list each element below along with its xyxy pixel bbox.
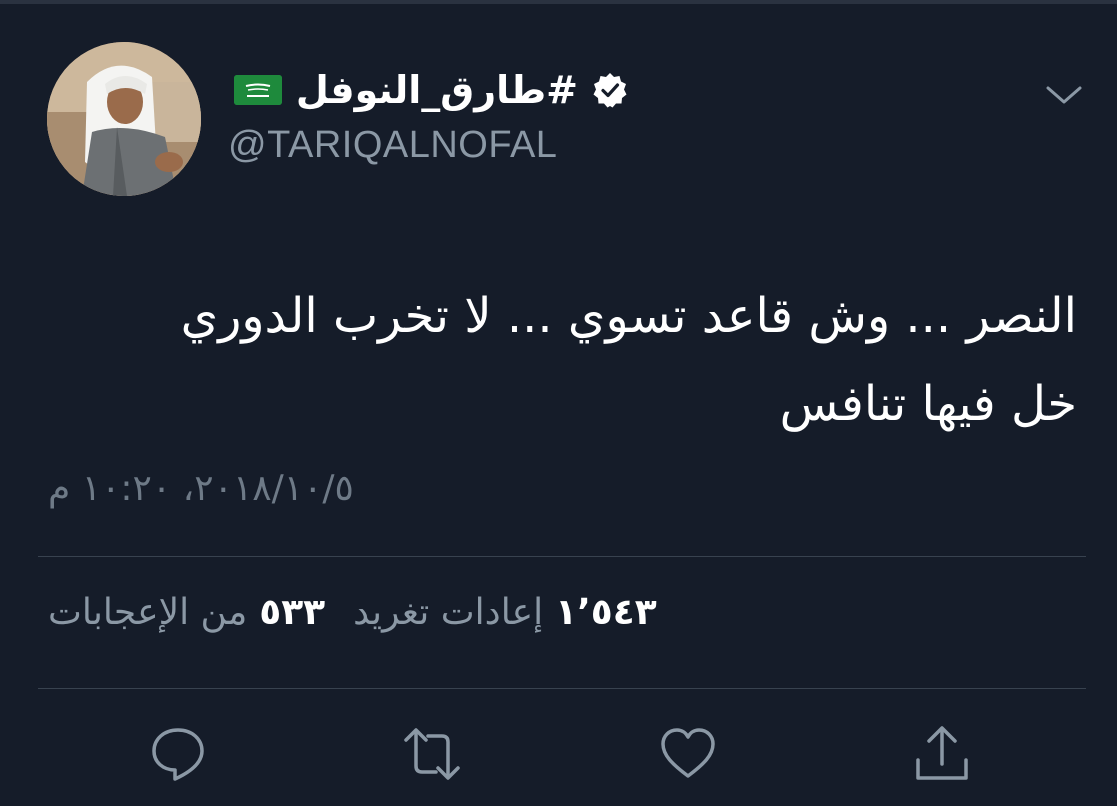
divider [38,688,1086,689]
reply-icon[interactable] [148,724,208,784]
likes-count: ٥٣٣ [259,592,326,633]
avatar[interactable] [47,42,201,196]
saudi-flag-icon [233,75,282,105]
tweet-text: النصر ... وش قاعد تسوي ... لا تخرب الدور… [77,272,1077,448]
retweets-label: إعادات تغريد [353,592,544,633]
retweet-icon[interactable] [402,724,462,784]
avatar-photo [47,42,201,196]
display-name[interactable]: #طارق_النوفل [296,68,578,112]
tweet-text-line: النصر ... وش قاعد تسوي ... لا تخرب الدور… [180,288,1077,344]
tweet-actions [0,722,1117,792]
share-icon[interactable] [912,724,972,784]
name-row: #طارق_النوفل [228,64,628,116]
likes-stat[interactable]: ٥٣٣ من الإعجابات [48,592,325,633]
retweets-count: ١٬٥٤٣ [555,592,657,633]
likes-label: من الإعجابات [48,592,248,633]
chevron-down-icon[interactable] [1044,80,1084,110]
tweet-stats: ٥٣٣ من الإعجابات ١٬٥٤٣ إعادات تغريد [48,592,657,633]
top-border [0,0,1117,4]
divider [38,556,1086,557]
tweet-timestamp[interactable]: ٢٠١٨/١٠/٥، ١٠:٢٠ م [48,468,354,509]
tweet-text-line: خل فيها تنافس [779,376,1077,432]
user-handle[interactable]: @TARIQALNOFAL [228,124,557,167]
verified-badge-icon [592,72,628,108]
heart-icon[interactable] [658,724,718,784]
retweets-stat[interactable]: ١٬٥٤٣ إعادات تغريد [353,592,657,633]
